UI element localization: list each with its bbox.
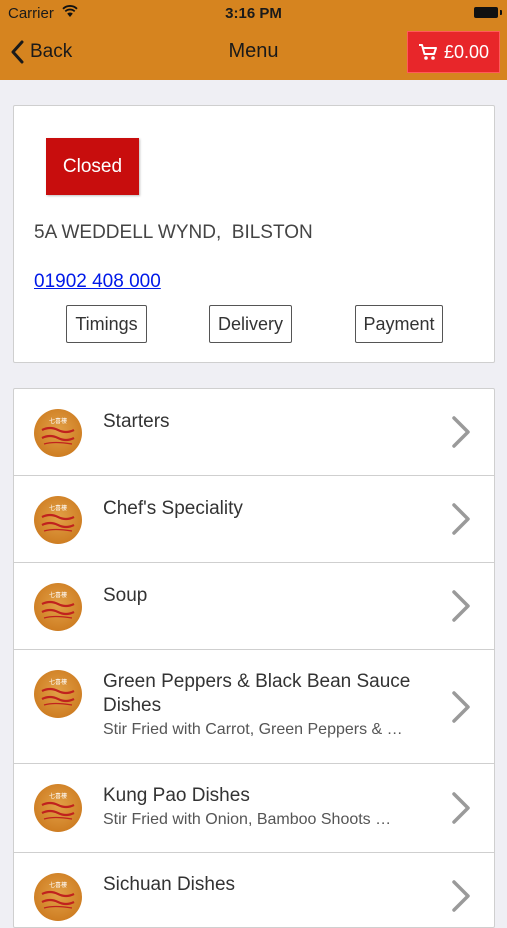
restaurant-logo-icon: 七喜樓	[34, 409, 82, 457]
restaurant-logo-icon: 七喜樓	[34, 496, 82, 544]
cart-button[interactable]: £0.00	[407, 31, 500, 73]
category-title: Sichuan Dishes	[103, 874, 236, 895]
list-item[interactable]: 七喜樓 Starters	[14, 389, 494, 476]
category-title: Green Peppers & Black Bean Sauce Dishes	[103, 671, 411, 716]
restaurant-logo-icon: 七喜樓	[34, 784, 82, 832]
menu-category-list: 七喜樓 Starters 七喜樓 Chef's Speciality 七喜樓 S…	[13, 388, 495, 928]
category-title: Soup	[103, 585, 148, 606]
svg-text:七喜樓: 七喜樓	[49, 792, 67, 800]
category-description: Stir Fried with Carrot, Green Peppers & …	[103, 721, 403, 738]
chevron-right-icon	[452, 416, 470, 448]
chevron-right-icon	[452, 792, 470, 824]
list-item[interactable]: 七喜樓 Kung Pao Dishes Stir Fried with Onio…	[14, 764, 494, 853]
navigation-bar: Carrier 3:16 PM Back Menu £0.00	[0, 0, 507, 80]
delivery-button[interactable]: Delivery	[209, 305, 292, 343]
list-item[interactable]: 七喜樓 Sichuan Dishes	[14, 853, 494, 927]
svg-text:七喜樓: 七喜樓	[49, 591, 67, 599]
restaurant-logo-icon: 七喜樓	[34, 583, 82, 631]
battery-icon	[474, 7, 502, 18]
category-title: Kung Pao Dishes	[103, 785, 250, 806]
category-title: Starters	[103, 411, 170, 432]
chevron-right-icon	[452, 590, 470, 622]
cart-total: £0.00	[443, 41, 490, 62]
payment-button[interactable]: Payment	[355, 305, 443, 343]
restaurant-logo-icon: 七喜樓	[34, 670, 82, 718]
restaurant-logo-icon: 七喜樓	[34, 873, 82, 921]
cart-icon	[418, 44, 437, 60]
svg-text:七喜樓: 七喜樓	[49, 678, 67, 686]
list-item[interactable]: 七喜樓 Soup	[14, 563, 494, 650]
svg-text:七喜樓: 七喜樓	[49, 417, 67, 425]
phone-link[interactable]: 01902 408 000	[34, 271, 161, 293]
chevron-right-icon	[452, 691, 470, 723]
category-title: Chef's Speciality	[103, 498, 243, 519]
status-time: 3:16 PM	[225, 5, 282, 22]
svg-text:七喜樓: 七喜樓	[49, 504, 67, 512]
list-item[interactable]: 七喜樓 Chef's Speciality	[14, 476, 494, 563]
status-bar: Carrier 3:16 PM	[0, 0, 507, 28]
category-description: Stir Fried with Onion, Bamboo Shoots …	[103, 811, 392, 828]
svg-text:七喜樓: 七喜樓	[49, 881, 67, 889]
restaurant-info-card: Closed 5A WEDDELL WYND, BILSTON 01902 40…	[13, 105, 495, 363]
status-badge: Closed	[46, 138, 139, 195]
chevron-right-icon	[452, 880, 470, 912]
restaurant-address: 5A WEDDELL WYND, BILSTON	[34, 222, 313, 243]
chevron-right-icon	[452, 503, 470, 535]
timings-button[interactable]: Timings	[66, 305, 147, 343]
list-item[interactable]: 七喜樓 Green Peppers & Black Bean Sauce Dis…	[14, 650, 494, 764]
